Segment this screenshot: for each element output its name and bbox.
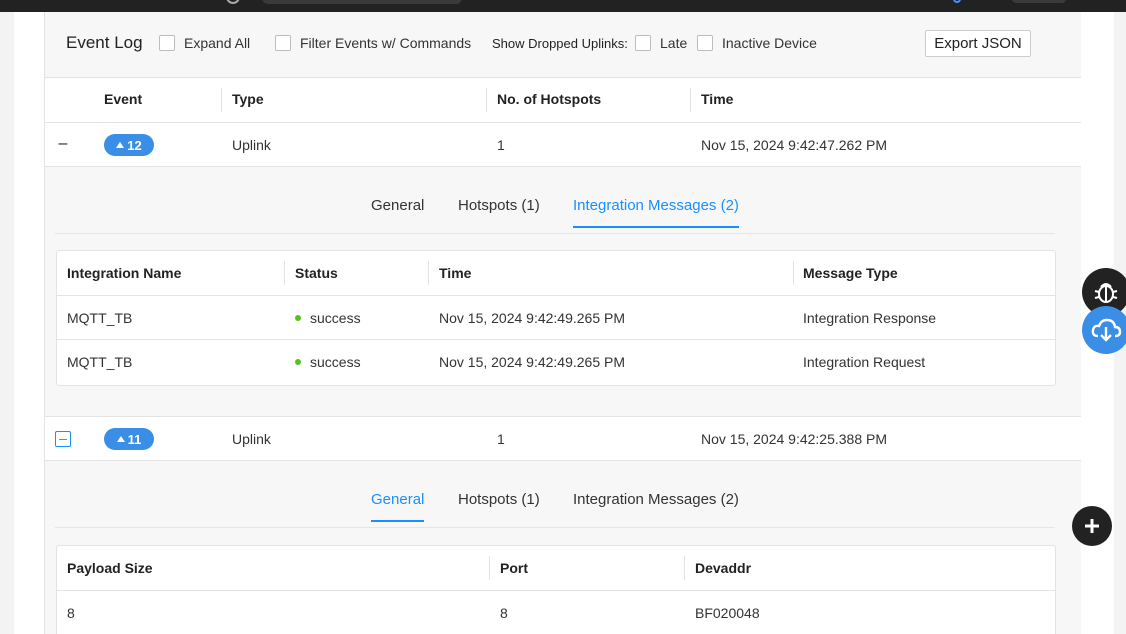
event-time: Nov 15, 2024 9:42:25.388 PM [701,431,888,447]
status-text: success [310,354,361,370]
table-row[interactable]: MQTT_TB success Nov 15, 2024 9:42:49.265… [57,296,1055,340]
events-table-header: Event Type No. of Hotspots Time [45,78,1081,123]
tab-hotspots[interactable]: Hotspots (1) [458,197,540,226]
event-row[interactable]: – 11 Uplink 1 Nov 15, 2024 9:42:25.388 P… [45,417,1081,461]
message-time: Nov 15, 2024 9:42:49.265 PM [439,310,626,326]
tab-integration-messages[interactable]: Integration Messages (2) [573,197,739,228]
expand-all-label[interactable]: Expand All [184,35,250,51]
help-icon[interactable] [953,0,961,3]
show-dropped-label: Show Dropped Uplinks: [492,36,628,51]
event-detail-panel: General Hotspots (1) Integration Message… [45,461,1081,634]
event-number-badge: 12 [104,134,154,156]
event-log-card: Event Log Expand All Filter Events w/ Co… [44,12,1081,634]
devaddr: BF020048 [695,605,760,621]
column-divider [284,261,285,285]
event-time: Nov 15, 2024 9:42:47.262 PM [701,137,888,153]
bug-icon [1094,283,1118,303]
filter-commands-checkbox[interactable] [275,35,291,51]
port: 8 [500,605,508,621]
table-row[interactable]: 8 8 BF020048 [57,591,1055,634]
status-text: success [310,310,361,326]
table-row[interactable]: MQTT_TB success Nov 15, 2024 9:42:49.265… [57,340,1055,384]
tab-integration-messages[interactable]: Integration Messages (2) [573,491,739,520]
export-json-button[interactable]: Export JSON [925,30,1031,57]
payload-size: 8 [67,605,75,621]
general-info-table: Payload Size Port Devaddr 8 8 BF020048 [56,545,1056,634]
caret-up-icon [116,142,125,148]
integration-name: MQTT_TB [67,310,133,326]
top-app-bar [0,0,1126,12]
event-row[interactable]: – 12 Uplink 1 Nov 15, 2024 9:42:47.262 P… [45,123,1081,167]
event-type: Uplink [232,137,271,153]
inactive-device-checkbox[interactable] [697,35,713,51]
event-log-toolbar: Event Log Expand All Filter Events w/ Co… [45,12,1081,78]
message-type: Integration Response [803,310,937,326]
column-divider [221,88,222,112]
event-type: Uplink [232,431,271,447]
column-divider [690,88,691,112]
tab-general[interactable]: General [371,491,425,522]
message-type: Integration Request [803,354,926,370]
content-panel: Event Log Expand All Filter Events w/ Co… [14,12,1114,634]
column-integration-name[interactable]: Integration Name [67,265,181,281]
plus-icon [1085,519,1099,533]
integration-name: MQTT_TB [67,354,133,370]
event-number-badge: 11 [104,428,154,450]
status-dot-icon [295,315,301,322]
column-port[interactable]: Port [500,560,528,576]
status-cell: success [295,310,361,326]
add-button[interactable] [1072,506,1112,546]
event-number: 12 [127,137,142,153]
column-divider [489,556,490,580]
general-table-header: Payload Size Port Devaddr [57,546,1055,591]
account-menu[interactable] [1012,0,1066,3]
column-divider [684,556,685,580]
status-cell: success [295,354,361,370]
event-detail-tabs: General Hotspots (1) Integration Message… [55,461,1055,528]
late-checkbox[interactable] [635,35,651,51]
event-hotspots: 1 [497,431,505,447]
integration-table-header: Integration Name Status Time Message Typ… [57,251,1055,296]
event-log-title: Event Log [66,33,143,52]
event-hotspots: 1 [497,137,505,153]
column-devaddr[interactable]: Devaddr [695,560,751,576]
column-hotspots[interactable]: No. of Hotspots [497,91,601,107]
inactive-device-label[interactable]: Inactive Device [722,35,817,51]
cloud-download-icon [1091,318,1122,342]
column-message-type[interactable]: Message Type [803,265,898,281]
user-icon[interactable] [226,0,240,4]
message-time: Nov 15, 2024 9:42:49.265 PM [439,354,626,370]
event-detail-tabs: General Hotspots (1) Integration Message… [55,167,1055,234]
event-number: 11 [127,431,142,447]
column-type[interactable]: Type [232,91,264,107]
event-detail-panel: General Hotspots (1) Integration Message… [45,167,1081,417]
column-divider [793,261,794,285]
search-bar[interactable] [262,0,462,4]
column-time[interactable]: Time [701,91,733,107]
column-time[interactable]: Time [439,265,471,281]
column-status[interactable]: Status [295,265,338,281]
collapse-toggle[interactable]: – [55,431,71,447]
late-label[interactable]: Late [660,35,687,51]
integration-messages-table: Integration Name Status Time Message Typ… [56,250,1056,386]
status-dot-icon [295,359,301,366]
download-button[interactable] [1082,306,1126,354]
tab-general[interactable]: General [371,197,424,226]
expand-all-checkbox[interactable] [159,35,175,51]
filter-commands-label[interactable]: Filter Events w/ Commands [300,35,471,51]
collapse-toggle[interactable]: – [55,136,71,153]
caret-up-icon [116,436,125,442]
tab-hotspots[interactable]: Hotspots (1) [458,491,540,520]
column-divider [486,88,487,112]
column-payload-size[interactable]: Payload Size [67,560,153,576]
column-event[interactable]: Event [104,91,142,107]
column-divider [428,261,429,285]
